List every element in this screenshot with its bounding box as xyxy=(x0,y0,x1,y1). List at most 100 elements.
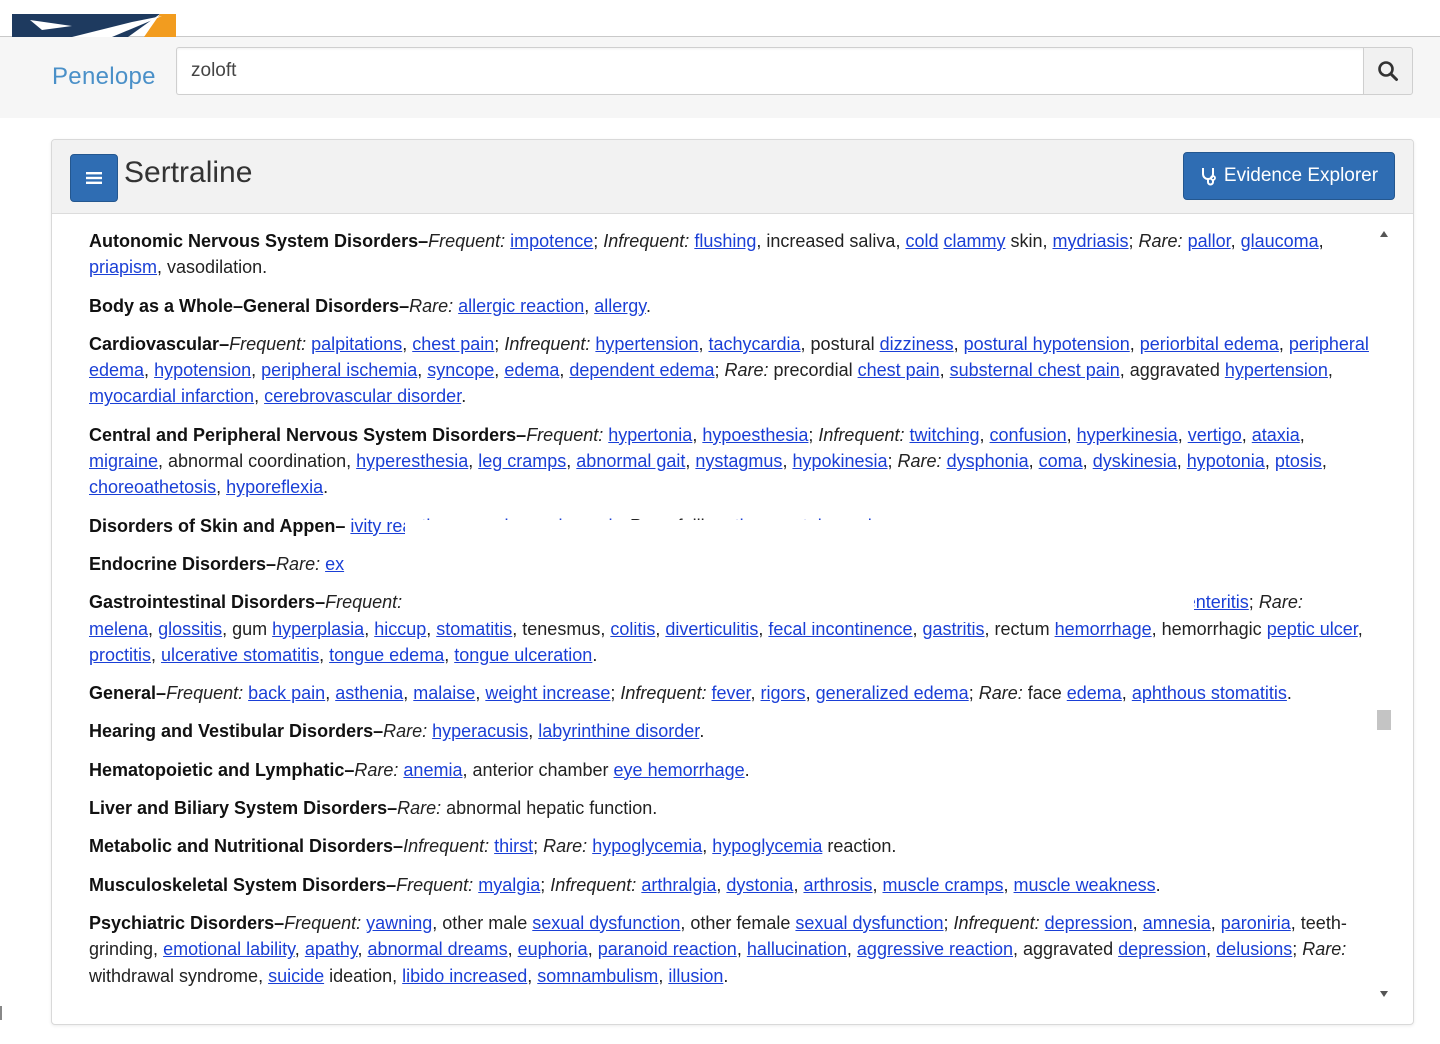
term-link[interactable]: hypertension xyxy=(1225,360,1328,380)
term-link[interactable]: hypoglycemia xyxy=(712,836,822,856)
term-link[interactable]: mydriasis xyxy=(1053,231,1129,251)
term-link[interactable]: asthenia xyxy=(335,683,403,703)
term-link[interactable]: sexual dysfunction xyxy=(795,913,943,933)
term-link[interactable]: arthrosis xyxy=(803,875,872,895)
term-link[interactable]: hyporeflexia xyxy=(226,477,323,497)
term-link[interactable]: peripheral ischemia xyxy=(261,360,417,380)
menu-button[interactable] xyxy=(70,154,118,202)
term-link[interactable]: generalized edema xyxy=(816,683,969,703)
term-link[interactable]: myalgia xyxy=(478,875,540,895)
term-link[interactable]: arthralgia xyxy=(641,875,716,895)
term-link[interactable]: flushing xyxy=(694,231,756,251)
term-link[interactable]: ptosis xyxy=(1275,451,1322,471)
term-link[interactable]: hyperkinesia xyxy=(1077,425,1178,445)
term-link[interactable]: libido increased xyxy=(402,966,527,986)
term-link[interactable]: postural hypotension xyxy=(964,334,1130,354)
term-link[interactable]: syncope xyxy=(427,360,494,380)
term-link[interactable]: cold xyxy=(905,231,938,251)
term-link[interactable]: illusion xyxy=(668,966,723,986)
term-link[interactable]: aphthous stomatitis xyxy=(1132,683,1287,703)
term-link[interactable]: ulcerative stomatitis xyxy=(161,645,319,665)
term-link[interactable]: myocardial infarction xyxy=(89,386,254,406)
term-link[interactable]: confusion xyxy=(990,425,1067,445)
term-link[interactable]: ataxia xyxy=(1252,425,1300,445)
term-link[interactable]: thirst xyxy=(494,836,533,856)
term-link[interactable]: malaise xyxy=(413,683,475,703)
term-link[interactable]: rigors xyxy=(761,683,806,703)
term-link[interactable]: hyperesthesia xyxy=(356,451,468,471)
term-link[interactable]: yawning xyxy=(366,913,432,933)
term-link[interactable]: paranoid reaction xyxy=(598,939,737,959)
brand-link[interactable]: Penelope xyxy=(52,63,156,91)
term-link[interactable]: glossitis xyxy=(158,619,222,639)
term-link[interactable]: migraine xyxy=(89,451,158,471)
term-link[interactable]: sexual dysfunction xyxy=(532,913,680,933)
term-link[interactable]: melena xyxy=(89,619,148,639)
term-link[interactable]: leg cramps xyxy=(478,451,566,471)
term-link[interactable]: palpitations xyxy=(311,334,402,354)
term-link[interactable]: hypokinesia xyxy=(792,451,887,471)
logo-icon[interactable] xyxy=(12,14,176,37)
search-button[interactable] xyxy=(1363,47,1413,95)
scrollbar-thumb[interactable] xyxy=(1377,710,1391,730)
term-link[interactable]: euphoria xyxy=(518,939,588,959)
term-link[interactable]: abnormal dreams xyxy=(368,939,508,959)
term-link[interactable]: coma xyxy=(1039,451,1083,471)
scroll-up-arrow-icon[interactable] xyxy=(1379,230,1389,238)
term-link[interactable]: hyperacusis xyxy=(432,721,528,741)
term-link[interactable]: depression xyxy=(1045,913,1133,933)
term-link[interactable]: tachycardia xyxy=(708,334,800,354)
term-link[interactable]: allergy xyxy=(594,296,646,316)
term-link[interactable]: tongue ulceration xyxy=(454,645,592,665)
term-link[interactable]: edema xyxy=(1067,683,1122,703)
term-link[interactable]: dystonia xyxy=(726,875,793,895)
term-link[interactable]: apathy xyxy=(305,939,358,959)
scrollbar[interactable] xyxy=(1375,228,1393,1004)
term-link[interactable]: somnambulism xyxy=(537,966,658,986)
term-link[interactable]: dizziness xyxy=(880,334,954,354)
term-link[interactable]: hypoglycemia xyxy=(592,836,702,856)
term-link[interactable]: aggressive reaction xyxy=(857,939,1013,959)
term-link[interactable]: hypotonia xyxy=(1187,451,1265,471)
term-link[interactable]: pallor xyxy=(1188,231,1231,251)
search-input[interactable] xyxy=(176,47,1364,95)
term-link[interactable]: hypotension xyxy=(154,360,251,380)
term-link[interactable]: vertigo xyxy=(1188,425,1242,445)
term-link[interactable]: substernal chest pain xyxy=(950,360,1120,380)
term-link[interactable]: nystagmus xyxy=(695,451,782,471)
term-link[interactable]: hypoesthesia xyxy=(702,425,808,445)
term-link[interactable]: hypertension xyxy=(595,334,698,354)
term-link[interactable]: hyperplasia xyxy=(272,619,364,639)
term-link[interactable]: hallucination xyxy=(747,939,847,959)
term-link[interactable]: choreoathetosis xyxy=(89,477,216,497)
term-link[interactable]: delusions xyxy=(1216,939,1292,959)
term-link[interactable]: twitching xyxy=(910,425,980,445)
term-link[interactable]: hypertonia xyxy=(608,425,692,445)
term-link[interactable]: muscle weakness xyxy=(1014,875,1156,895)
term-link[interactable]: cerebrovascular disorder xyxy=(264,386,461,406)
term-link[interactable]: back pain xyxy=(248,683,325,703)
term-link[interactable]: amnesia xyxy=(1143,913,1211,933)
term-link[interactable]: depression xyxy=(1118,939,1206,959)
term-link[interactable]: peptic ulcer xyxy=(1267,619,1358,639)
term-link[interactable]: edema xyxy=(504,360,559,380)
term-link[interactable]: tongue edema xyxy=(329,645,444,665)
term-link[interactable]: chest pain xyxy=(858,360,940,380)
term-link[interactable]: muscle cramps xyxy=(883,875,1004,895)
evidence-explorer-button[interactable]: Evidence Explorer xyxy=(1183,152,1395,200)
term-link[interactable]: emotional lability xyxy=(163,939,295,959)
term-link[interactable]: clammy xyxy=(944,231,1006,251)
term-link[interactable]: anemia xyxy=(403,760,462,780)
term-link[interactable]: chest pain xyxy=(412,334,494,354)
term-link[interactable]: suicide xyxy=(268,966,324,986)
term-link[interactable]: abnormal gait xyxy=(576,451,685,471)
scroll-down-arrow-icon[interactable] xyxy=(1379,990,1389,998)
term-link[interactable]: periorbital edema xyxy=(1140,334,1279,354)
term-link[interactable]: fever xyxy=(712,683,751,703)
term-link[interactable]: eye hemorrhage xyxy=(614,760,745,780)
term-link[interactable]: weight increase xyxy=(485,683,610,703)
term-link[interactable]: labyrinthine disorder xyxy=(538,721,699,741)
term-link[interactable]: allergic reaction xyxy=(458,296,584,316)
term-link[interactable]: dependent edema xyxy=(569,360,714,380)
term-link[interactable]: dyskinesia xyxy=(1093,451,1177,471)
